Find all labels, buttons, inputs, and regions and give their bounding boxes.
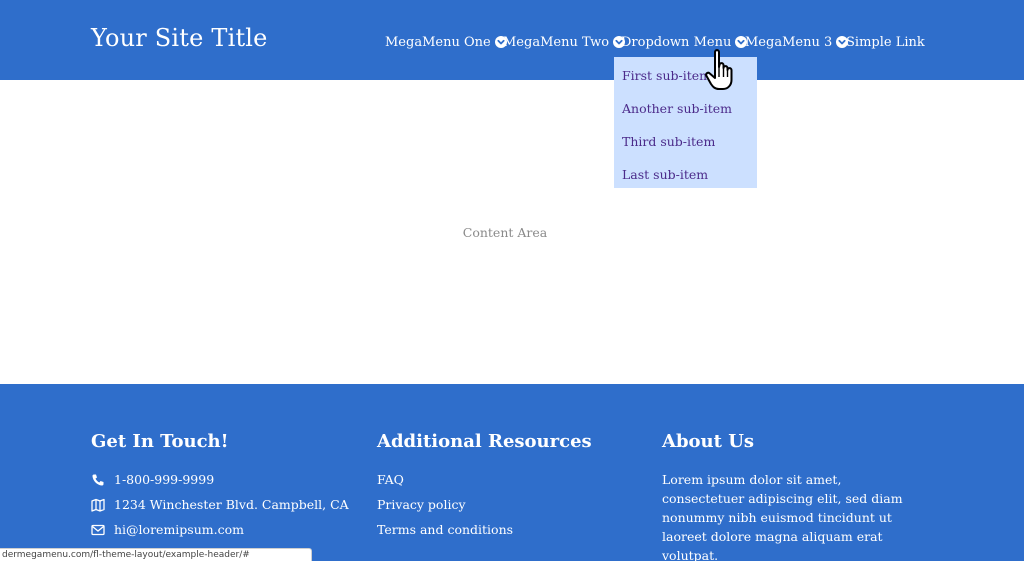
envelope-icon xyxy=(91,524,105,535)
footer-about-text: Lorem ipsum dolor sit amet, consectetuer… xyxy=(662,472,903,563)
nav-item-megamenu-one[interactable]: MegaMenu One xyxy=(385,33,507,51)
nav-item-label: Simple Link xyxy=(846,34,925,50)
footer-link-terms[interactable]: Terms and conditions xyxy=(377,522,513,537)
footer-heading-resources: Additional Resources xyxy=(377,431,592,452)
footer-phone-text: 1-800-999-9999 xyxy=(114,472,215,487)
footer-email[interactable]: hi@loremipsum.com xyxy=(91,522,244,537)
nav-item-label: MegaMenu One xyxy=(385,34,491,50)
nav-item-simple-link[interactable]: Simple Link xyxy=(846,33,925,51)
dropdown-item-third[interactable]: Third sub-item xyxy=(622,134,715,149)
footer-address: 1234 Winchester Blvd. Campbell, CA xyxy=(91,497,349,512)
hand-pointer-cursor-icon xyxy=(705,49,733,90)
map-icon xyxy=(91,498,105,512)
nav-item-megamenu-two[interactable]: MegaMenu Two xyxy=(503,33,626,51)
dropdown-item-first[interactable]: First sub-item xyxy=(622,68,711,83)
site-footer: Get In Touch! 1-800-999-9999 1234 Winche… xyxy=(0,384,1024,563)
content-area-label: Content Area xyxy=(462,225,548,240)
main-nav: MegaMenu One MegaMenu Two Dropdown Menu … xyxy=(0,0,1024,80)
footer-email-text: hi@loremipsum.com xyxy=(114,522,244,537)
site-header: Your Site Title MegaMenu One MegaMenu Tw… xyxy=(0,0,1024,80)
footer-phone[interactable]: 1-800-999-9999 xyxy=(91,472,214,487)
footer-heading-about: About Us xyxy=(662,431,755,452)
nav-item-megamenu-3[interactable]: MegaMenu 3 xyxy=(745,33,849,51)
phone-icon xyxy=(92,474,104,486)
dropdown-item-last[interactable]: Last sub-item xyxy=(622,167,708,182)
dropdown-item-another[interactable]: Another sub-item xyxy=(622,101,732,116)
footer-link-faq[interactable]: FAQ xyxy=(377,472,404,487)
footer-address-text: 1234 Winchester Blvd. Campbell, CA xyxy=(114,497,349,512)
browser-status-url: dermegamenu.com/fl-theme-layout/example-… xyxy=(0,548,312,561)
footer-link-privacy-policy[interactable]: Privacy policy xyxy=(377,497,466,512)
footer-heading-contact: Get In Touch! xyxy=(91,431,229,452)
nav-item-label: MegaMenu 3 xyxy=(745,34,833,50)
nav-item-label: MegaMenu Two xyxy=(503,34,610,50)
